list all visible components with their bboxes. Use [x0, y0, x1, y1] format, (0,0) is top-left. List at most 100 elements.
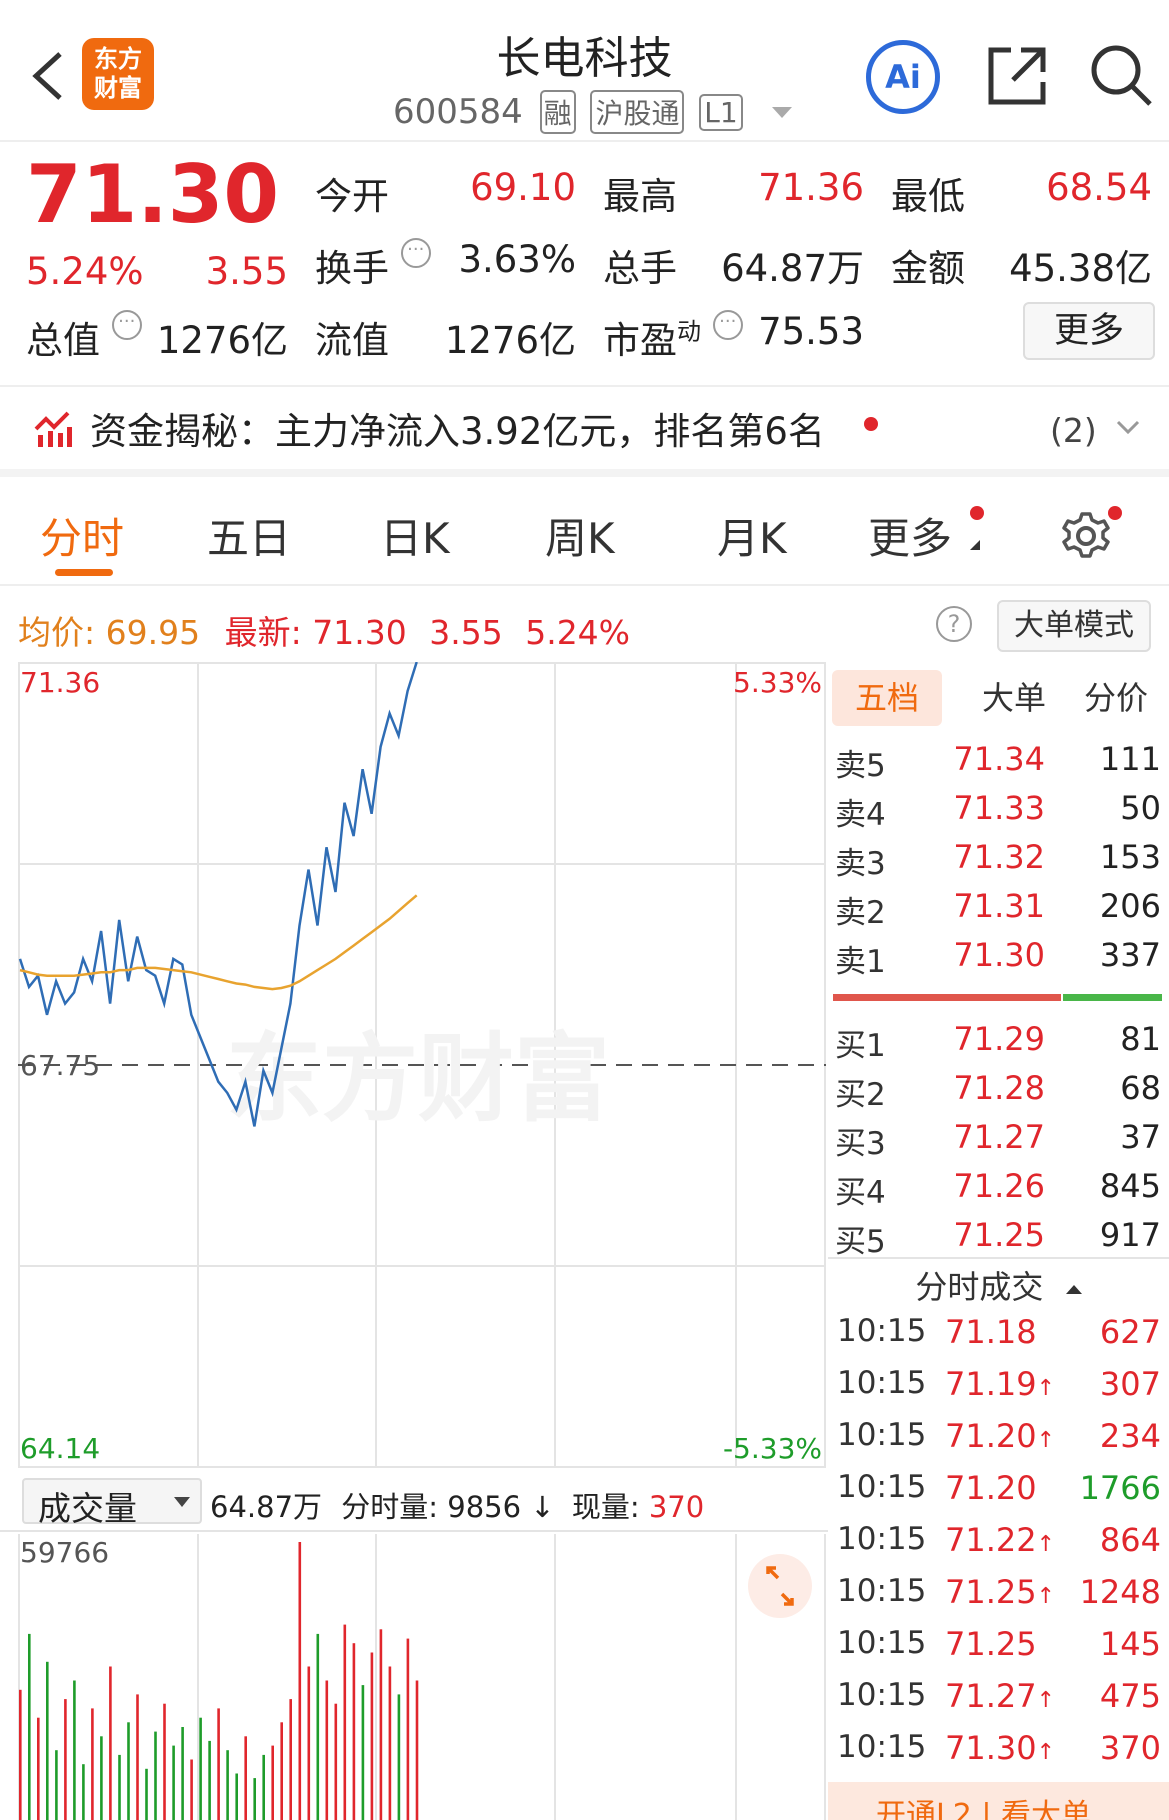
volume-bar [64, 1699, 67, 1820]
now-vol-label: 现量: [571, 1490, 640, 1524]
tick-price-value: 71.18 [945, 1313, 1037, 1351]
value-high: 71.36 [758, 166, 864, 209]
volume-stats: 64.87万 分时量: 9856 ↓ 现量: 370 [210, 1484, 704, 1526]
volume-bar [343, 1624, 347, 1820]
tab-price-distribution[interactable]: 分价 [1066, 670, 1166, 726]
avg-price-line [19, 894, 418, 991]
volume-bar [415, 1680, 419, 1820]
volume-bar [388, 1666, 392, 1820]
tick-price-value: 71.19 [945, 1365, 1037, 1403]
ask-volume: 337 [1099, 936, 1161, 974]
ticks-title: 分时成交 [915, 1268, 1044, 1306]
mktcap-cell[interactable]: 总值 ··· [26, 310, 142, 364]
volume-bar [91, 1708, 94, 1820]
more-button[interactable]: 更多 [1023, 302, 1155, 360]
ai-button[interactable]: Ai [866, 40, 940, 114]
stock-code-row[interactable]: 600584 融 沪股通 L1 [393, 90, 792, 134]
bid-label: 买3 [835, 1126, 886, 1162]
avg-label: 均价: [18, 613, 96, 652]
search-icon[interactable] [1088, 42, 1154, 108]
volume-bar [262, 1754, 265, 1820]
volume-bar [82, 1764, 85, 1820]
tab-five-day[interactable]: 五日 [207, 505, 291, 566]
tick-time: 10:15 [837, 1313, 927, 1349]
tab-monthly-k[interactable]: 月K [717, 505, 787, 566]
volume-chart[interactable]: 59766 [18, 1534, 826, 1820]
label-low: 最低 [891, 175, 965, 218]
volume-bar [37, 1717, 40, 1820]
share-icon[interactable] [985, 44, 1049, 108]
value-volume: 64.87万 [721, 247, 864, 290]
tab-weekly-k[interactable]: 周K [545, 505, 615, 566]
chevron-down-icon[interactable] [1115, 417, 1141, 437]
indicator-label: 成交量 [38, 1489, 137, 1528]
now-vol: 370 [648, 1490, 705, 1524]
ask-label: 卖2 [835, 895, 886, 931]
tick-price: 71.20↑ [945, 1417, 1055, 1455]
more-dots-icon: ··· [400, 238, 431, 268]
bid-price: 71.27 [953, 1118, 1045, 1156]
stock-code: 600584 [393, 92, 523, 132]
tick-time: 10:15 [837, 1469, 927, 1505]
volume-bar [154, 1731, 157, 1820]
tick-price: 71.18 [945, 1313, 1037, 1351]
up-arrow-icon: ↑ [1036, 1740, 1056, 1765]
big-order-mode-button[interactable]: 大单模式 [997, 600, 1151, 652]
bid-price: 71.28 [953, 1069, 1045, 1107]
tab-intraday[interactable]: 分时 [40, 505, 124, 566]
latest-change-pct: 5.24% [525, 613, 631, 652]
ask-volume: 50 [1120, 789, 1161, 827]
l2-upgrade-button[interactable]: 开通L2 | 看大单 [828, 1782, 1169, 1820]
tick-time: 10:15 [837, 1521, 927, 1557]
tick-time: 10:15 [837, 1729, 927, 1765]
volume-bar [163, 1703, 166, 1820]
value-open: 69.10 [470, 166, 576, 209]
tab-big-orders[interactable]: 大单 [964, 670, 1064, 726]
pe-cell[interactable]: 市盈动 ··· [603, 310, 743, 364]
bar-chart-icon [34, 409, 74, 449]
tick-price: 71.22↑ [945, 1521, 1055, 1559]
help-glyph: ? [947, 610, 961, 638]
tick-price: 71.19↑ [945, 1365, 1055, 1403]
sell-ratio [833, 994, 1061, 1001]
more-dots-icon: ··· [111, 310, 142, 340]
help-icon[interactable]: ? [936, 606, 972, 642]
turnover-cell[interactable]: 换手 ··· [315, 238, 431, 292]
tag-level: L1 [699, 93, 743, 131]
pct-label-bottom: -5.33% [723, 1432, 822, 1465]
bid-label: 买5 [835, 1224, 886, 1260]
tick-price-value: 71.25 [945, 1573, 1037, 1611]
bid-label: 买2 [835, 1077, 886, 1113]
fund-flow-banner[interactable]: 资金揭秘：主力净流入3.92亿元，排名第6名 (2) [0, 385, 1169, 477]
bid-price: 71.25 [953, 1216, 1045, 1254]
label-float: 流值 [315, 319, 389, 362]
tab-more[interactable]: 更多 [868, 505, 952, 566]
gear-icon[interactable] [1060, 510, 1112, 562]
notification-dot [970, 506, 984, 520]
ask-price: 71.33 [953, 789, 1045, 827]
bid-volume: 917 [1099, 1216, 1161, 1254]
bid-volume: 37 [1120, 1118, 1161, 1156]
chart-header-values: 均价: 69.95 最新: 71.30 3.55 5.24% [18, 606, 630, 654]
tab-daily-k[interactable]: 日K [380, 505, 450, 566]
tab-five-levels[interactable]: 五档 [832, 670, 942, 726]
y-label-bottom: 64.14 [20, 1432, 100, 1465]
volume-bar [28, 1633, 31, 1820]
tick-volume: 475 [1099, 1677, 1161, 1715]
bid-label: 买4 [835, 1175, 886, 1211]
minute-vol: 9856 [447, 1490, 522, 1524]
bid-volume: 68 [1120, 1069, 1161, 1107]
tick-price-value: 71.27 [945, 1677, 1037, 1715]
ask-label: 卖4 [835, 797, 886, 833]
volume-bar [397, 1694, 401, 1820]
indicator-selector[interactable]: 成交量 [22, 1478, 202, 1528]
ticks-header[interactable]: 分时成交 [828, 1262, 1169, 1308]
bid-label: 买1 [835, 1028, 886, 1064]
change-value: 3.55 [205, 250, 288, 293]
volume-bar [334, 1703, 338, 1820]
tick-time: 10:15 [837, 1417, 927, 1453]
expand-icon[interactable] [748, 1554, 812, 1618]
price-chart[interactable]: 东方财富 71.36 67.75 64.14 5.33% -5.33% [18, 662, 826, 1468]
tick-volume: 627 [1099, 1313, 1161, 1351]
l2-upgrade-label: 开通L2 | 看大单 [876, 1798, 1091, 1820]
